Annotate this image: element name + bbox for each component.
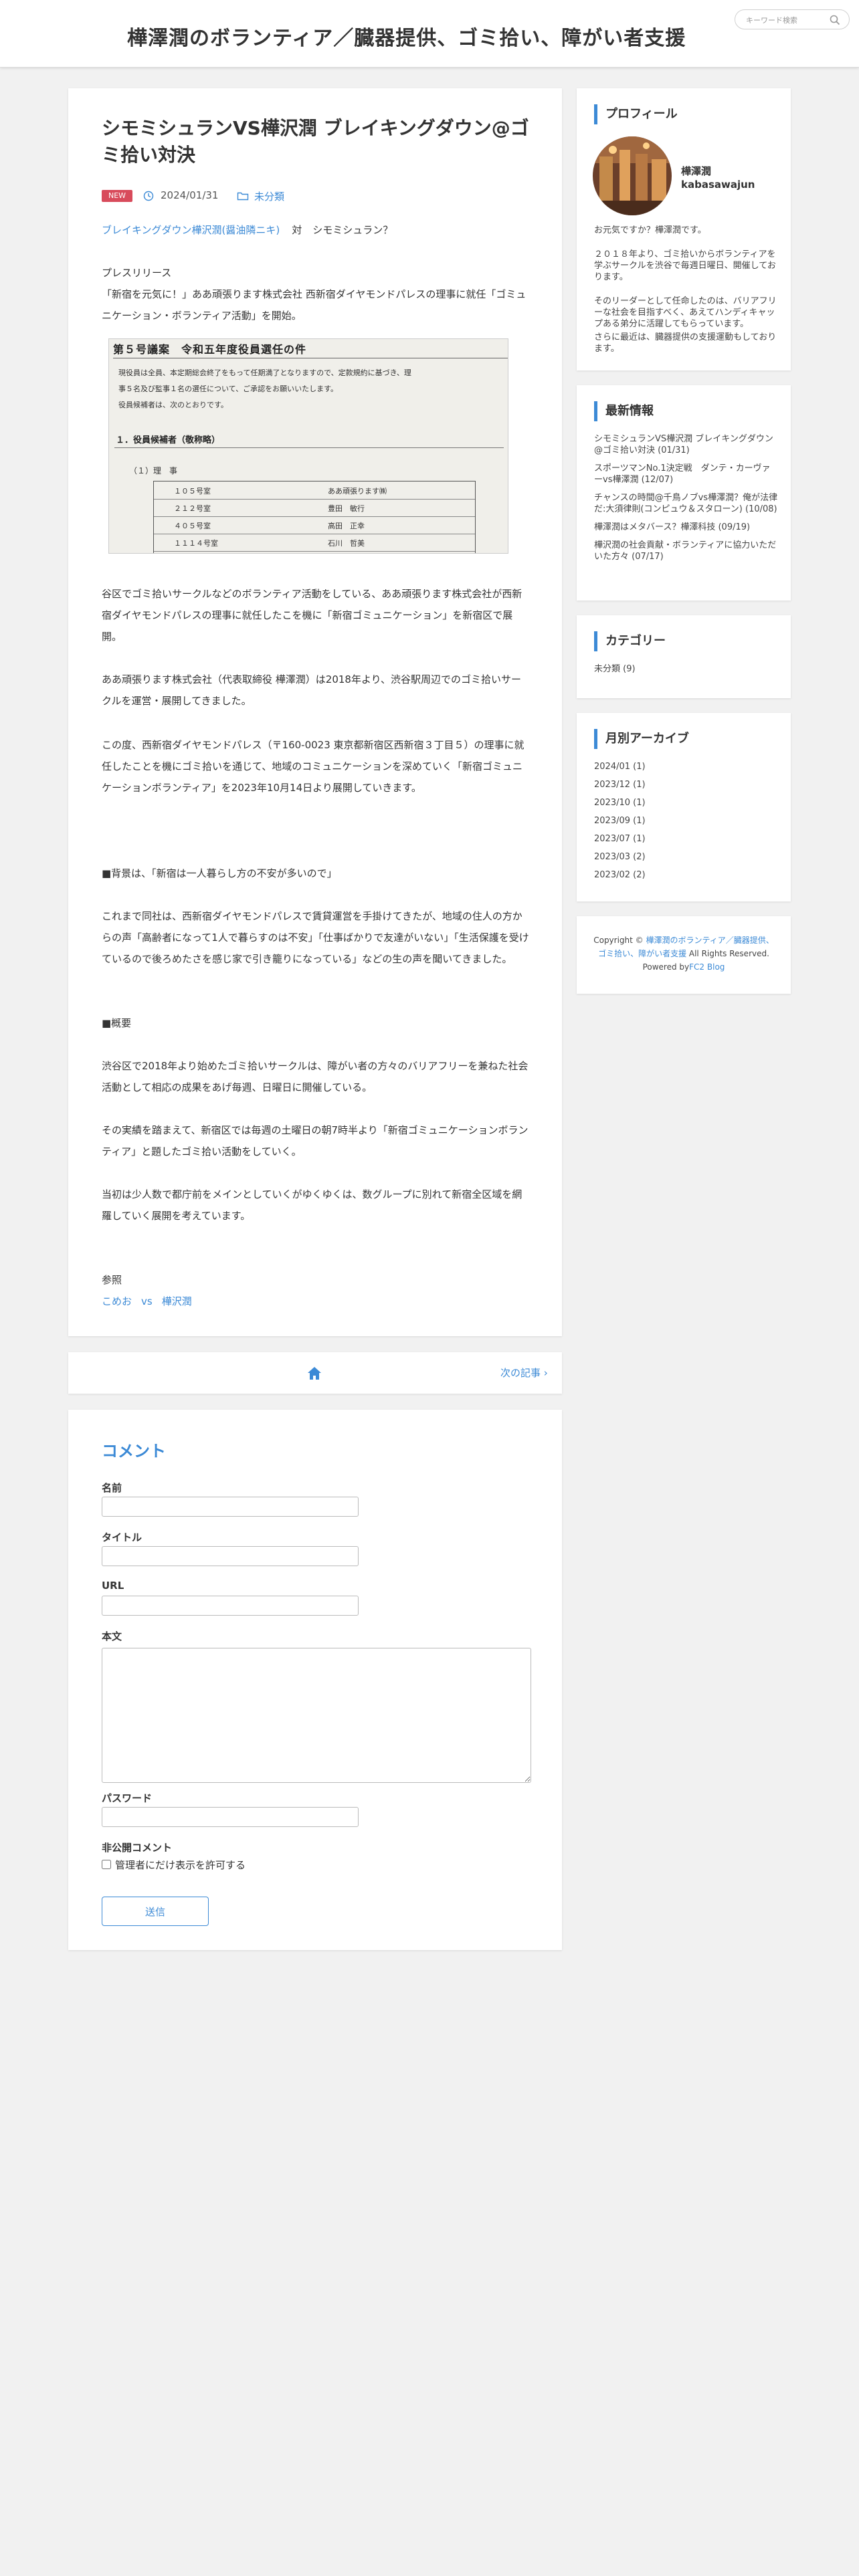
article-paragraph: これまで同社は、西新宿ダイヤモンドパレスで賃貸運営を手掛けてきたが、地域の住人の… <box>102 910 529 965</box>
profile-text: そのリーダーとして任命したのは、バリアフリーな社会を目指すべく、あえてハンディキ… <box>594 296 777 329</box>
password-label: パスワード <box>102 1792 153 1804</box>
archive-item[interactable]: 2023/10 (1) <box>594 797 779 809</box>
archive-title: 月別アーカイブ <box>594 729 779 749</box>
article-tagline: ブレイキングダウン樺沢潤(醤油隣ニキ) 対シモミシュラン？ <box>102 219 530 241</box>
category-item[interactable]: 未分類 (9) <box>594 663 779 675</box>
name-input[interactable] <box>102 1497 359 1517</box>
article-title: シモミシュランVS樺沢潤 ブレイキングダウン@ゴミ拾い対決 <box>102 117 529 166</box>
recent-posts-widget: 最新情報 シモミシュランVS樺沢潤 ブレイキングダウン@ゴミ拾い対決 (01/3… <box>577 385 791 601</box>
url-label: URL <box>102 1580 124 1592</box>
recent-post-link[interactable]: シモミシュランVS樺沢潤 ブレイキングダウン@ゴミ拾い対決 (01/31) <box>594 433 779 456</box>
doc-line: 事５名及び監事１名の選任について、ご承認をお願いいたします。 <box>118 385 339 393</box>
category-title: カテゴリー <box>594 631 779 651</box>
recent-post-link[interactable]: スポーツマンNo.1決定戦 ダンテ・カーヴァーvs樺澤潤 (12/07) <box>594 463 779 486</box>
name-label: 名前 <box>102 1482 122 1494</box>
article-pager: 次の記事 › <box>68 1352 562 1394</box>
refs-label: 参照 <box>102 1274 122 1286</box>
tagline-opponent: シモミシュラン？ <box>312 224 393 236</box>
body-label: 本文 <box>102 1630 122 1642</box>
secret-checkbox-label[interactable]: 管理者にだけ表示を許可する <box>115 1858 246 1872</box>
ref-vs: vs <box>141 1295 153 1307</box>
archive-item[interactable]: 2023/03 (2) <box>594 851 779 863</box>
article-card: シモミシュランVS樺沢潤 ブレイキングダウン@ゴミ拾い対決 NEW 2024/0… <box>68 88 562 1336</box>
secret-checkbox[interactable] <box>102 1860 111 1869</box>
doc-heading: 第５号議案 令和五年度役員選任の件 <box>113 343 307 356</box>
archive-item[interactable]: 2024/01 (1) <box>594 761 779 772</box>
article-paragraph: 当初は少人数で都庁前をメインとしていくがゆくゆくは、数グループに別れて新宿全区域… <box>102 1188 522 1222</box>
next-article-link[interactable]: 次の記事 › <box>500 1366 548 1380</box>
new-badge: NEW <box>102 190 132 202</box>
site-title[interactable]: 樺澤潤のボランティア／臓器提供、ゴミ拾い、障がい者支援 <box>127 21 729 51</box>
profile-title: プロフィール <box>594 104 779 124</box>
refs-links: こめお vs 樺沢潤 <box>102 1291 530 1312</box>
password-input[interactable] <box>102 1807 359 1827</box>
article-paragraph: 谷区でゴミ拾いサークルなどのボランティア活動をしている、ああ頑張ります株式会社が… <box>102 588 522 643</box>
doc-line: 役員候補者は、次のとおりです。 <box>118 401 228 409</box>
doc-row: ４０５号室 高田 正幸 <box>154 516 475 534</box>
post-date: 2024/01/31 <box>161 189 219 201</box>
archive-item[interactable]: 2023/12 (1) <box>594 779 779 790</box>
ref-link-right[interactable]: 樺沢潤 <box>162 1295 192 1307</box>
comment-section-title: コメント <box>102 1442 166 1461</box>
profile-text: さらに最近は、臓器提供の支援運動もしております。 <box>594 332 777 354</box>
site-header: 樺澤潤のボランティア／臓器提供、ゴミ拾い、障がい者支援 <box>0 0 859 68</box>
copyright-widget: Copyright © 樺澤潤のボランティア／臓器提供、ゴミ拾い、障がい者支援 … <box>577 916 791 994</box>
recent-posts-list: シモミシュランVS樺沢潤 ブレイキングダウン@ゴミ拾い対決 (01/31) スポ… <box>594 433 779 569</box>
powered-by-link[interactable]: FC2 Blog <box>689 962 725 972</box>
article-paragraph: 渋谷区で2018年より始めたゴミ拾いサークルは、障がい者の方々のバリアフリーを兼… <box>102 1060 529 1093</box>
profile-name: 樺澤潤 kabasawajun <box>681 165 755 191</box>
avatar <box>593 136 672 215</box>
section-heading: ■概要 <box>102 1017 132 1029</box>
article-paragraph: その実績を踏まえて、新宿区では毎週の土曜日の朝7時半より「新宿ゴミュニケーション… <box>102 1124 529 1158</box>
title-label: タイトル <box>102 1531 142 1543</box>
doc-row: １１１４号室 石川 哲美 <box>154 534 475 552</box>
body-textarea[interactable] <box>102 1648 531 1783</box>
profile-text: ２０１８年より、ゴミ拾いからボランティアを学ぶサークルを渋谷で毎週日曜日、開催し… <box>594 249 776 282</box>
search-input[interactable] <box>745 13 828 27</box>
secret-label: 非公開コメント <box>102 1842 173 1854</box>
archive-item[interactable]: 2023/02 (2) <box>594 869 779 881</box>
press-release-paragraph: プレスリリース 「新宿を元気に！」ああ頑張ります株式会社 西新宿ダイヤモンドパレ… <box>102 267 527 322</box>
doc-row: １０５号室 ああ頑張ります㈱ <box>154 481 475 500</box>
article-paragraph: ああ頑張ります株式会社（代表取締役 樺澤潤）は2018年より、渋谷駅周辺でのゴミ… <box>102 673 522 707</box>
recent-post-link[interactable]: 樺澤潤はメタバース？樺澤科技 (09/19) <box>594 522 779 533</box>
doc-sub: （１）理 事 <box>129 466 178 475</box>
doc-table: １０５号室 ああ頑張ります㈱ ２１２号室 豊田 敏行 ４０５号室 高田 正幸 １１１４… <box>153 481 476 553</box>
article-paragraph: この度、西新宿ダイヤモンドパレス（〒160-0023 東京都新宿区西新宿３丁目５… <box>102 739 524 794</box>
document-photo: 第５号議案 令和五年度役員選任の件 現役員は全員、本定期総会終了をもって任期満了… <box>108 338 508 554</box>
category-list: 未分類 (9) <box>594 663 779 681</box>
archive-widget: 月別アーカイブ 2024/01 (1) 2023/12 (1) 2023/10 … <box>577 713 791 901</box>
category-link[interactable]: 未分類 <box>254 189 284 203</box>
profile-text: お元気ですか？樺澤潤です。 <box>594 225 706 235</box>
recent-title: 最新情報 <box>594 401 779 421</box>
recent-post-link[interactable]: 樺沢潤の社会貢献・ボランティアに協力いただいた方々 (07/17) <box>594 540 779 562</box>
home-icon[interactable] <box>306 1366 322 1380</box>
profile-widget: プロフィール 樺澤潤 kabasawajun お元気ですか？樺澤潤です。 ２０１… <box>577 88 791 370</box>
search-icon[interactable] <box>829 14 841 26</box>
doc-row: ２１２号室 豊田 敏行 <box>154 499 475 517</box>
folder-icon <box>237 192 249 201</box>
archive-item[interactable]: 2023/09 (1) <box>594 815 779 827</box>
tagline-link[interactable]: ブレイキングダウン樺沢潤(醤油隣ニキ) <box>102 224 280 236</box>
url-input[interactable] <box>102 1596 359 1616</box>
submit-button[interactable]: 送信 <box>102 1897 209 1926</box>
recent-post-link[interactable]: チャンスの時間@千鳥ノブvs樺澤潤？俺が法律だ:大須律則(コンピュウ＆スタローン… <box>594 492 779 515</box>
archive-item[interactable]: 2023/07 (1) <box>594 833 779 845</box>
copyright-text: Copyright © 樺澤潤のボランティア／臓器提供、ゴミ拾い、障がい者支援 … <box>593 936 774 972</box>
search-box[interactable] <box>735 9 850 29</box>
tagline-vs: 対 <box>292 224 302 236</box>
clock-icon <box>143 191 154 201</box>
doc-section: １．役員候補者（敬称略） <box>116 435 221 445</box>
category-widget: カテゴリー 未分類 (9) <box>577 615 791 698</box>
section-heading: ■背景は、「新宿は一人暮らし方の不安が多いので」 <box>102 867 337 879</box>
archive-list: 2024/01 (1) 2023/12 (1) 2023/10 (1) 2023… <box>594 761 779 887</box>
comment-form: コメント 名前 タイトル URL 本文 パスワード 非公開コメント 管理者にだけ… <box>68 1410 562 1950</box>
title-input[interactable] <box>102 1546 359 1566</box>
ref-link-left[interactable]: こめお <box>102 1295 132 1307</box>
profile-handle: kabasawajun <box>681 179 755 191</box>
doc-line: 現役員は全員、本定期総会終了をもって任期満了となりますので、定款規約に基づき、理 <box>118 368 411 377</box>
